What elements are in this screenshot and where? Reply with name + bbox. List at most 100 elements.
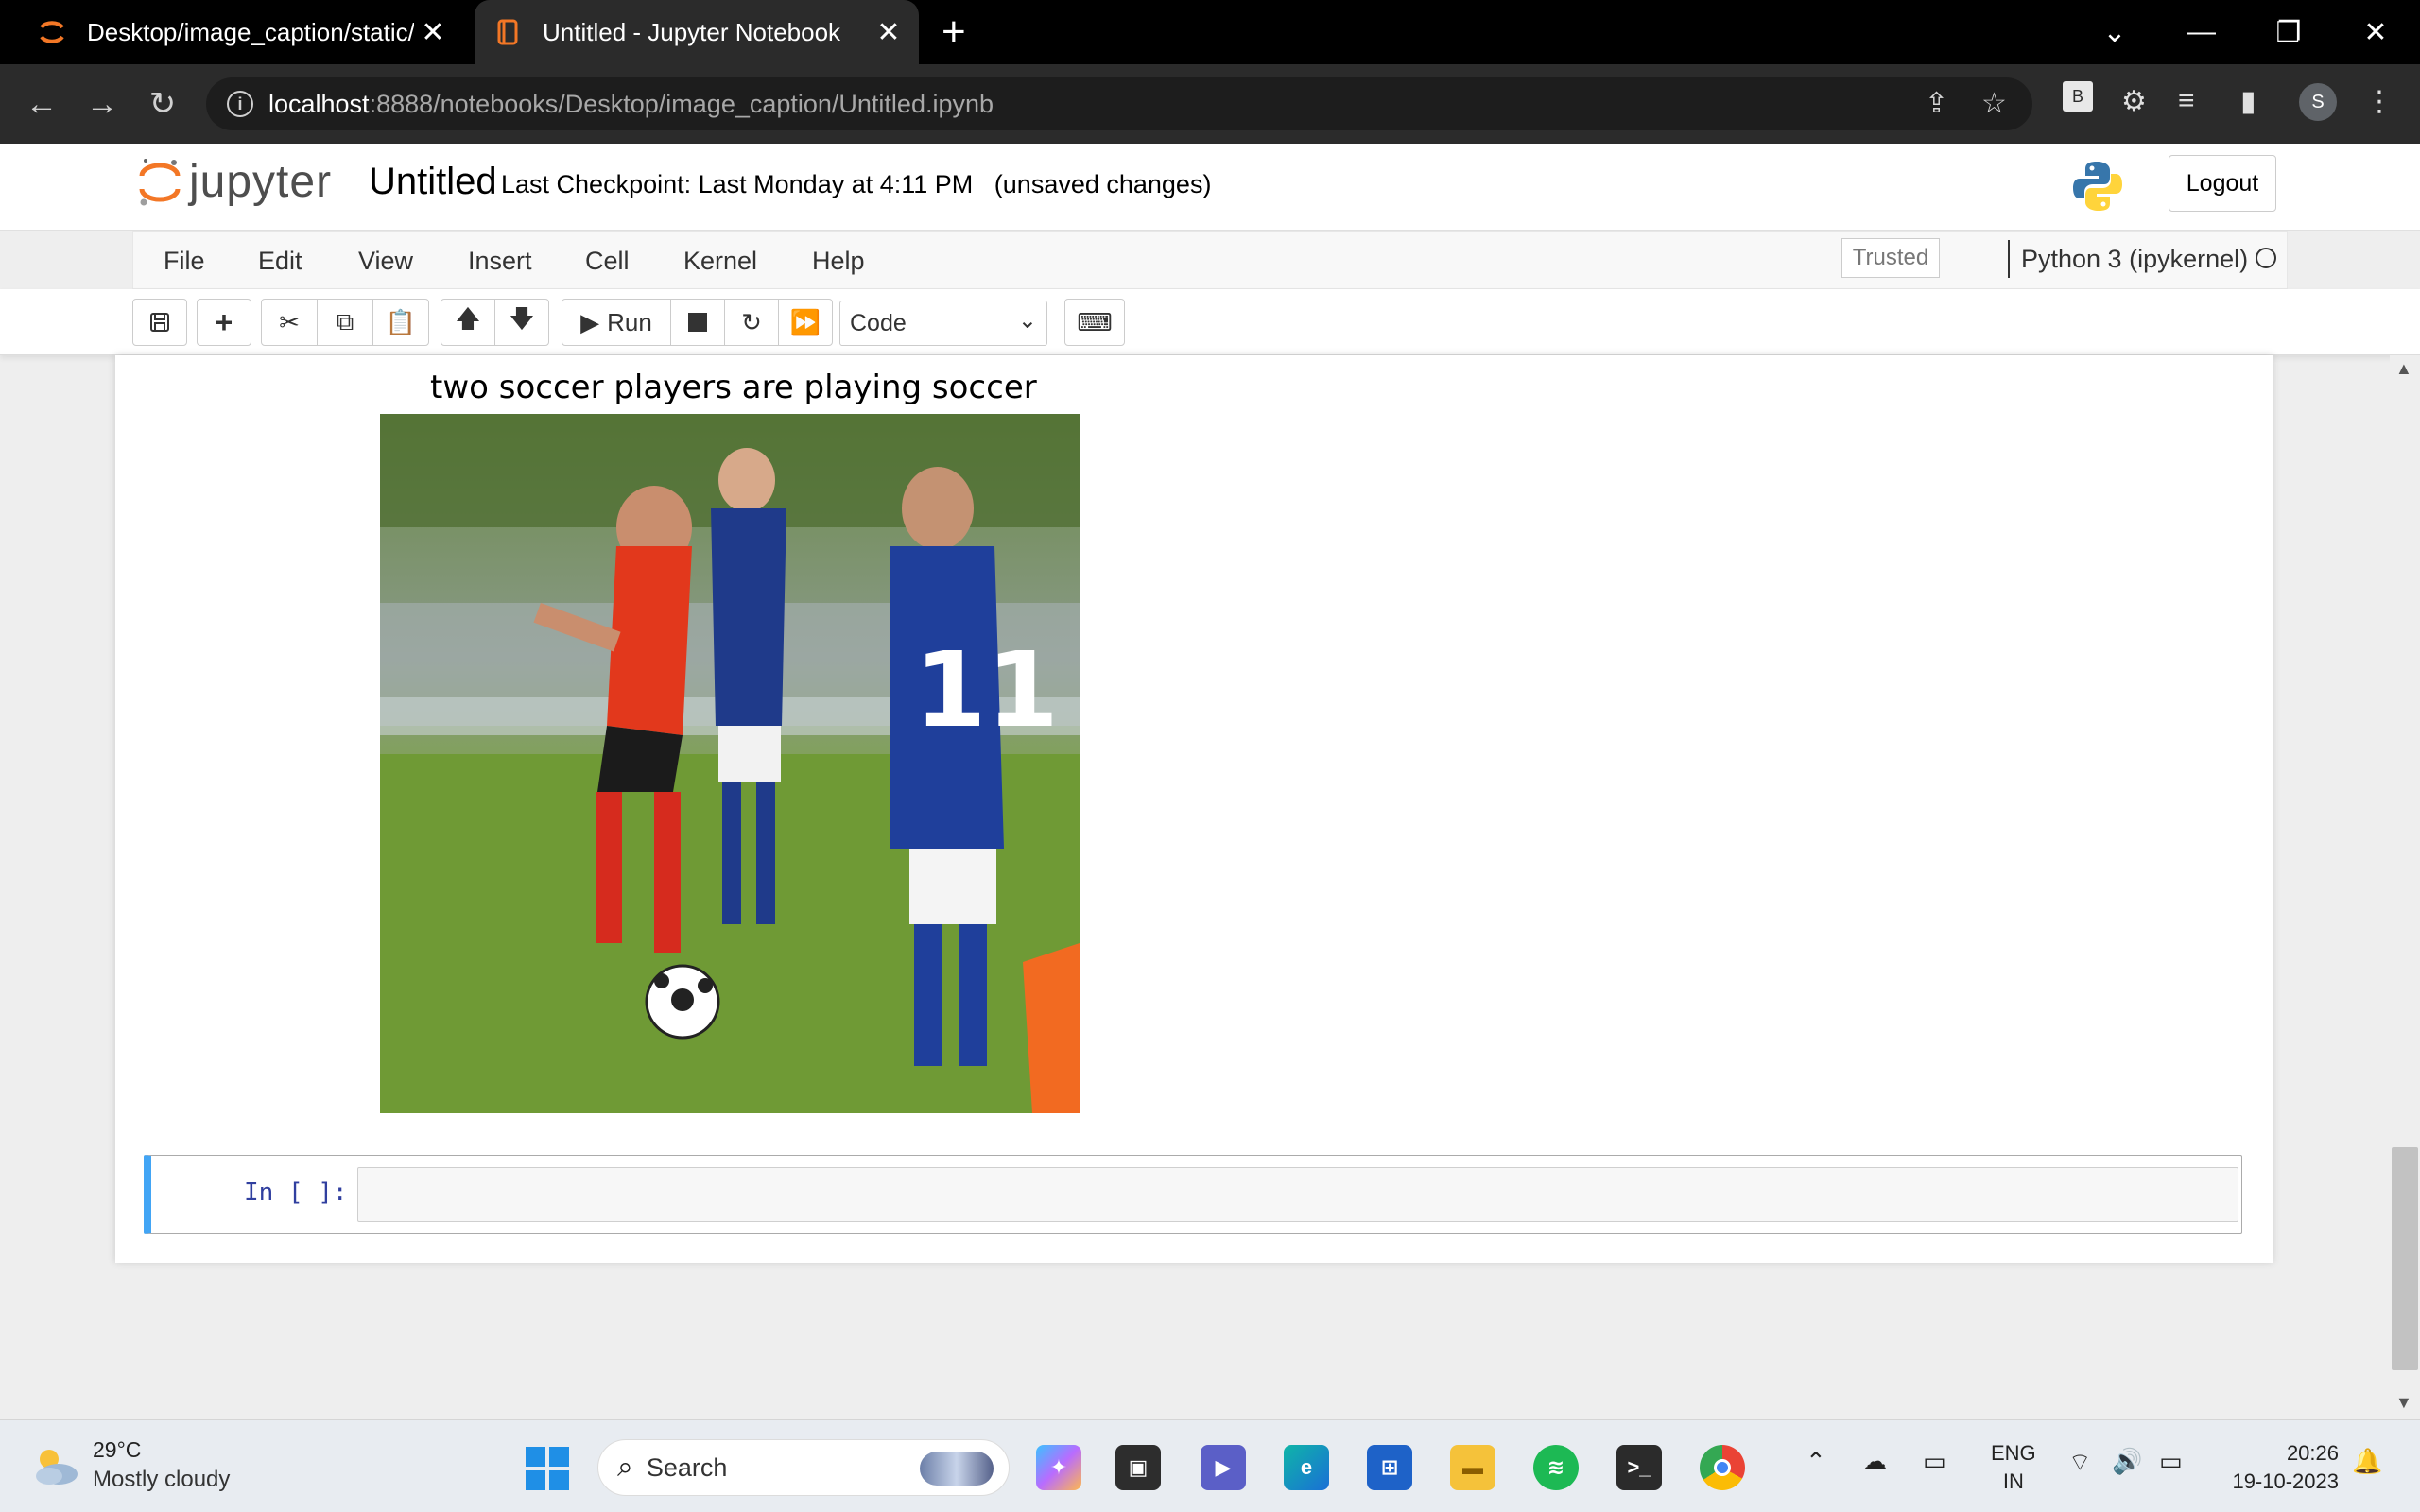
browser-menu-icon[interactable]: ⋮ [2365,85,2394,118]
output-caption: two soccer players are playing soccer [430,369,1037,406]
volume-icon[interactable]: 🔊 [2112,1447,2142,1476]
notebook-toolbar: + ✂ ⧉ 📋 🡅 🡇 ▶ Run ↻ ⏩ Code ⌄ ⌨ [0,289,2420,355]
copilot-icon[interactable]: ✦ [1036,1445,1081,1490]
input-language[interactable]: ENG IN [1991,1439,2036,1496]
terminal-icon[interactable]: >_ [1616,1445,1662,1490]
notebook-menubar: File Edit View Insert Cell Kernel Help [132,231,2288,289]
start-button[interactable] [526,1447,569,1495]
cell-type-value: Code [850,309,907,336]
jupyter-wordmark: jupyter [189,156,333,207]
copy-button[interactable]: ⧉ [317,299,373,346]
logout-button[interactable]: Logout [2169,155,2276,212]
tab-untitled-notebook[interactable]: Untitled - Jupyter Notebook ✕ [475,0,919,64]
tab-desktop-static[interactable]: Desktop/image_caption/static/ ✕ [19,0,463,64]
menu-help[interactable]: Help [812,247,865,276]
taskbar-search[interactable]: ⌕ Search [597,1439,1010,1496]
edge-icon[interactable]: e [1284,1445,1329,1490]
task-view-icon[interactable]: ▣ [1115,1445,1161,1490]
url-path: :8888/notebooks/Desktop/image_caption/Un… [369,89,994,118]
command-palette-button[interactable]: ⌨ [1064,299,1125,346]
notebook-title[interactable]: Untitled [369,161,497,203]
browser-tab-strip: Desktop/image_caption/static/ ✕ Untitled… [0,0,2420,64]
clock-time: 20:26 [2286,1441,2339,1465]
trusted-badge[interactable]: Trusted [1841,238,1940,278]
checkpoint-text: Last Checkpoint: Last Monday at 4:11 PM [501,170,974,198]
address-bar[interactable]: i localhost:8888/notebooks/Desktop/image… [206,77,2032,130]
interrupt-kernel-button[interactable] [670,299,725,346]
media-queue-icon[interactable]: ≡ [2178,85,2195,117]
teams-icon[interactable]: ▶ [1201,1445,1246,1490]
move-down-button[interactable]: 🡇 [494,299,549,346]
wifi-icon[interactable]: ⌔ [2068,1447,2091,1478]
windows-taskbar: 29°C Mostly cloudy ⌕ Search ✦ ▣ ▶ e ⊞ ▬ … [0,1419,2420,1512]
cut-button[interactable]: ✂ [261,299,318,346]
kernel-idle-indicator-icon [2256,248,2276,268]
menu-view[interactable]: View [358,247,413,276]
move-up-button[interactable]: 🡅 [441,299,495,346]
share-icon[interactable]: ⇪ [1925,87,1948,120]
keyboard-icon: ⌨ [1077,307,1113,336]
display-icon[interactable]: ▭ [1923,1447,1946,1476]
file-explorer-icon[interactable]: ▬ [1450,1445,1495,1490]
chrome-icon[interactable] [1700,1445,1745,1490]
kernel-name[interactable]: Python 3 (ipykernel) [2008,240,2248,278]
code-cell[interactable]: In [ ]: [144,1155,2242,1234]
new-tab-icon[interactable]: + [942,11,966,53]
soccer-photo: 11 [380,414,1080,1113]
forward-icon[interactable]: → [74,64,130,144]
scroll-down-arrow-icon[interactable]: ▼ [2395,1393,2412,1413]
cell-prompt: In [ ]: [244,1178,348,1207]
tab-title: Desktop/image_caption/static/ [87,17,414,46]
minimize-icon[interactable]: — [2159,0,2244,64]
language-code: ENG [1991,1441,2036,1465]
stop-icon [688,313,707,332]
menu-edit[interactable]: Edit [258,247,302,276]
back-icon[interactable]: ← [13,64,70,144]
notebook-favicon-icon [493,18,522,46]
cell-type-select[interactable]: Code ⌄ [839,301,1047,346]
show-hidden-icons-icon[interactable]: ⌃ [1806,1447,1826,1476]
close-tab-icon[interactable]: ✕ [414,16,452,49]
temperature: 29°C [93,1437,142,1462]
extensions-puzzle-icon[interactable]: ⚙ [2121,85,2147,118]
code-input[interactable] [357,1167,2238,1222]
notifications-bell-icon[interactable]: 🔔 [2352,1447,2382,1476]
microsoft-store-icon[interactable]: ⊞ [1367,1445,1412,1490]
restart-kernel-button[interactable]: ↻ [724,299,779,346]
profile-avatar[interactable]: S [2299,83,2337,121]
insert-cell-button[interactable]: + [197,299,251,346]
reload-icon[interactable]: ↻ [134,64,191,144]
spotify-icon[interactable]: ≋ [1533,1445,1579,1490]
close-window-icon[interactable]: ✕ [2333,0,2418,64]
extension-b-icon[interactable]: B [2063,81,2093,112]
search-placeholder: Search [646,1452,728,1482]
system-clock[interactable]: 20:26 19-10-2023 [2220,1439,2339,1496]
chevron-down-icon: ⌄ [1017,308,1037,334]
arrow-down-icon: 🡇 [509,304,535,333]
run-button[interactable]: ▶ Run [562,299,671,346]
menu-cell[interactable]: Cell [585,247,630,276]
menu-kernel[interactable]: Kernel [683,247,757,276]
scrollbar-thumb[interactable] [2392,1147,2418,1370]
paste-button[interactable]: 📋 [372,299,429,346]
run-label: Run [607,307,652,336]
restore-icon[interactable]: ❐ [2246,0,2331,64]
clock-date: 19-10-2023 [2232,1469,2339,1493]
site-info-icon[interactable]: i [227,91,253,117]
restart-icon: ↻ [741,307,762,336]
onedrive-cloud-icon[interactable]: ☁ [1862,1447,1887,1476]
battery-icon[interactable]: ▭ [2159,1447,2183,1476]
jupyter-favicon-icon [38,18,66,46]
tab-search-chevron-icon[interactable]: ⌄ [2072,0,2157,64]
restart-run-all-button[interactable]: ⏩ [778,299,833,346]
jupyter-logo[interactable]: jupyter [138,155,332,208]
menu-insert[interactable]: Insert [468,247,532,276]
side-panel-icon[interactable]: ▮ [2240,85,2256,118]
weather-widget[interactable]: 29°C Mostly cloudy [30,1437,230,1493]
menu-file[interactable]: File [164,247,205,276]
bookmark-star-icon[interactable]: ☆ [1981,87,2007,120]
save-button[interactable] [132,299,187,346]
scroll-up-arrow-icon[interactable]: ▲ [2395,359,2412,379]
partly-cloudy-icon [36,1449,78,1485]
close-tab-icon[interactable]: ✕ [870,16,908,49]
